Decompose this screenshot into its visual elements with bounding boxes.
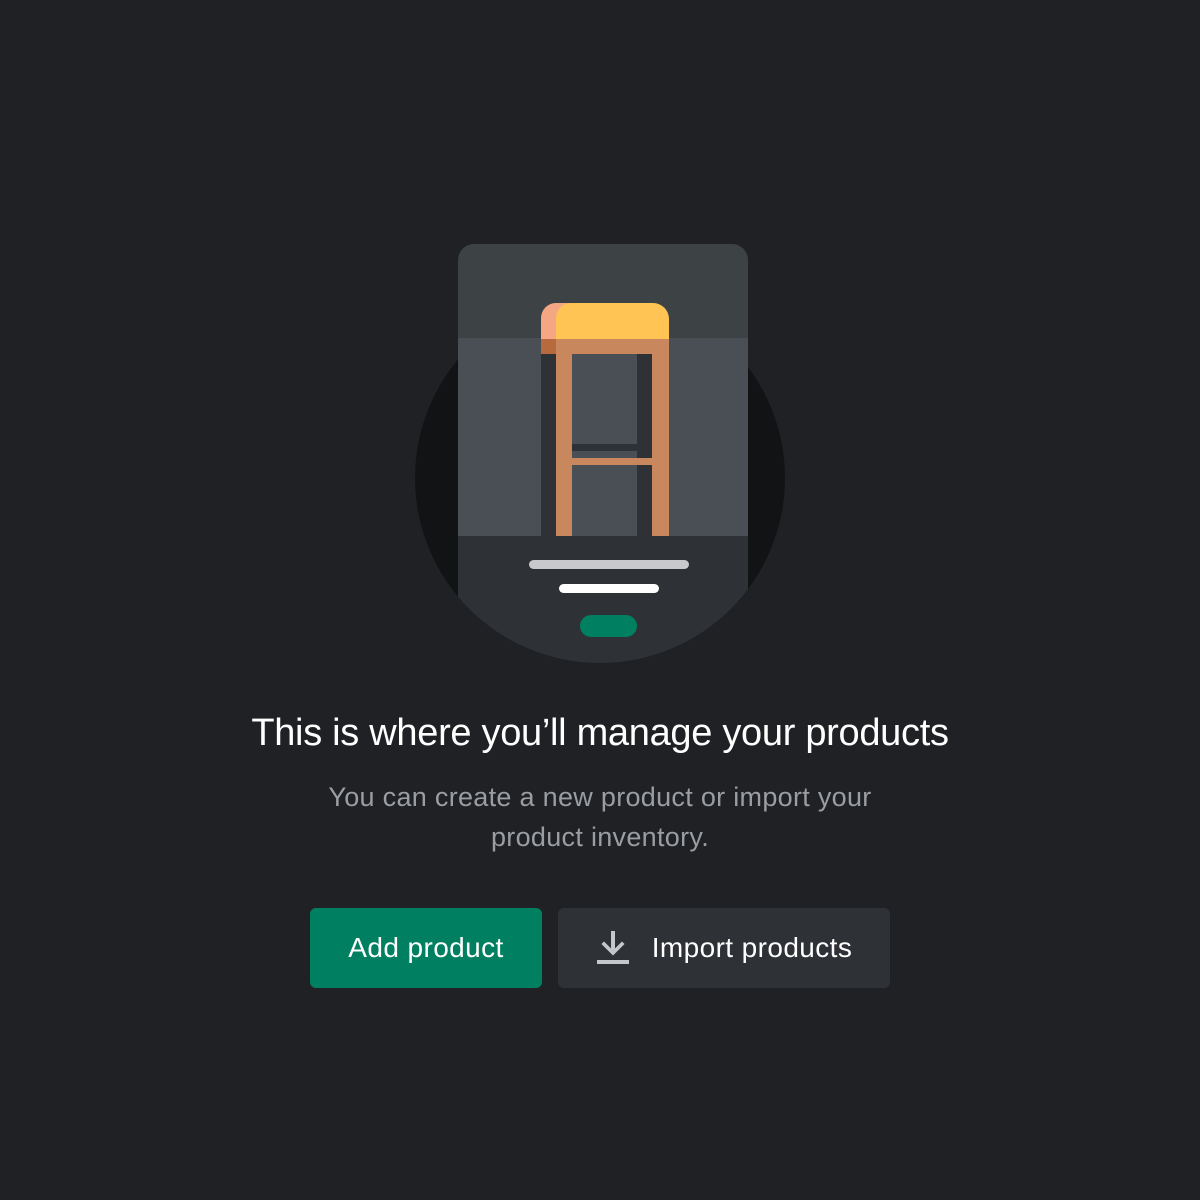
page-title: This is where you’ll manage your product…	[251, 712, 949, 754]
page-description: You can create a new product or import y…	[328, 782, 872, 852]
product-illustration	[415, 244, 785, 663]
placeholder-line-short	[559, 584, 659, 593]
download-icon	[596, 931, 629, 964]
add-product-label: Add product	[348, 932, 504, 963]
import-products-button[interactable]: Import products	[558, 908, 890, 988]
import-products-label: Import products	[651, 932, 853, 963]
placeholder-line-long	[529, 560, 689, 569]
products-empty-state: This is where you’ll manage your product…	[0, 0, 1200, 1200]
add-product-button[interactable]: Add product	[310, 908, 542, 988]
placeholder-button	[580, 615, 637, 637]
